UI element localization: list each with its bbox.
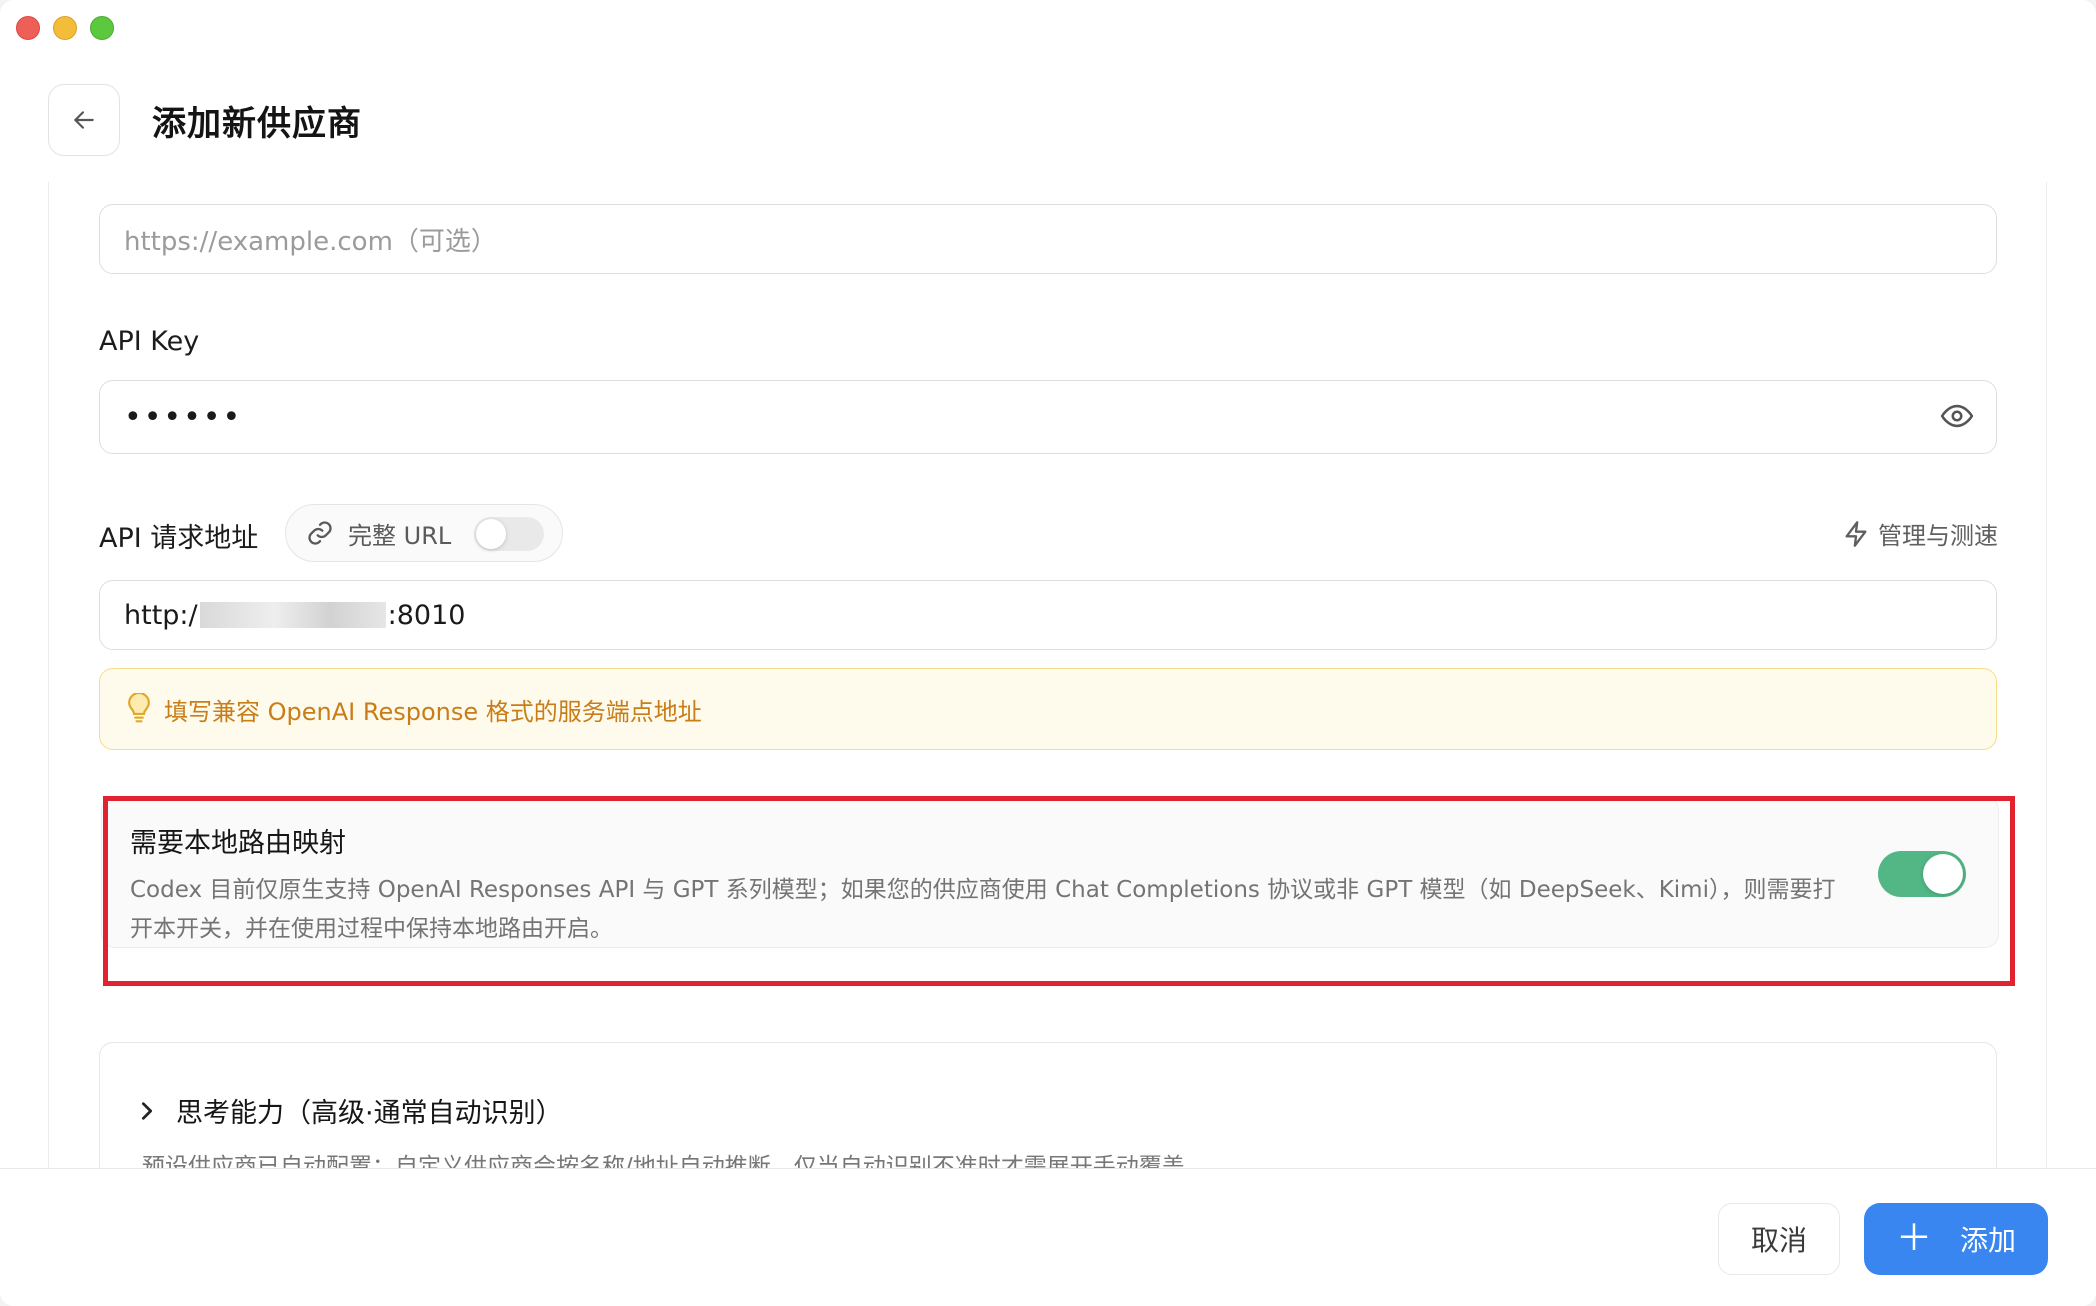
manage-speedtest-label: 管理与测速: [1878, 522, 1998, 550]
website-placeholder: https://example.com（可选）: [124, 226, 497, 257]
api-url-prefix: http:/: [124, 599, 198, 631]
minimize-window-button[interactable]: [53, 16, 77, 40]
local-route-title: 需要本地路由映射: [130, 828, 346, 859]
window-controls: [16, 16, 114, 40]
api-key-input[interactable]: ••••••: [99, 380, 1997, 454]
close-window-button[interactable]: [16, 16, 40, 40]
switch-knob: [1923, 854, 1963, 894]
page-title: 添加新供应商: [152, 104, 362, 144]
add-button-label: 添加: [1960, 1224, 2017, 1257]
full-url-toggle[interactable]: 完整 URL: [285, 504, 563, 562]
chevron-right-icon: [141, 1101, 153, 1120]
dialog-footer: 取消 ＋ 添加: [0, 1168, 2096, 1306]
full-url-switch[interactable]: [474, 517, 544, 551]
local-route-card: 需要本地路由映射 Codex 目前仅原生支持 OpenAI Responses …: [101, 796, 1999, 948]
cancel-button[interactable]: 取消: [1718, 1203, 1840, 1275]
api-url-suffix: :8010: [387, 599, 466, 631]
eye-icon[interactable]: [1940, 399, 1974, 433]
switch-knob: [476, 519, 506, 549]
website-input[interactable]: https://example.com（可选）: [99, 204, 1997, 274]
redacted-host: [199, 602, 386, 628]
api-key-label: API Key: [99, 326, 200, 357]
back-button[interactable]: [48, 84, 120, 156]
add-button[interactable]: ＋ 添加: [1864, 1203, 2048, 1275]
thinking-header[interactable]: 思考能力（高级·通常自动识别）: [136, 1091, 563, 1130]
maximize-window-button[interactable]: [90, 16, 114, 40]
api-key-value: ••••••: [124, 399, 243, 435]
lightbulb-icon: [128, 693, 150, 723]
page-header: 添加新供应商: [0, 80, 2096, 180]
local-route-description: Codex 目前仅原生支持 OpenAI Responses API 与 GPT…: [130, 877, 1836, 942]
thinking-title: 思考能力（高级·通常自动识别）: [176, 1098, 563, 1129]
api-url-input[interactable]: http:/ :8010: [99, 580, 1997, 650]
manage-speedtest-link[interactable]: 管理与测速: [1842, 516, 1998, 551]
lightning-icon: [1845, 520, 1867, 547]
form-panel[interactable]: https://example.com（可选） API Key •••••• A…: [48, 182, 2047, 1168]
thinking-subtitle: 预设供应商已自动配置；自定义供应商会按名称/地址自动推断，仅当自动识别不准时才需…: [142, 1154, 1208, 1168]
api-url-label: API 请求地址: [99, 523, 259, 554]
full-url-toggle-label: 完整 URL: [348, 521, 452, 550]
local-route-switch[interactable]: [1878, 851, 1966, 897]
api-url-tip: 填写兼容 OpenAI Response 格式的服务端点地址: [99, 668, 1997, 750]
arrow-left-icon: [74, 111, 94, 129]
link-icon: [308, 521, 332, 545]
plus-icon: ＋: [1895, 1218, 1932, 1259]
app-window: 添加新供应商 https://example.com（可选） API Key •…: [0, 0, 2096, 1306]
api-url-tip-text: 填写兼容 OpenAI Response 格式的服务端点地址: [164, 697, 702, 726]
thinking-section[interactable]: 思考能力（高级·通常自动识别） 预设供应商已自动配置；自定义供应商会按名称/地址…: [99, 1042, 1997, 1168]
